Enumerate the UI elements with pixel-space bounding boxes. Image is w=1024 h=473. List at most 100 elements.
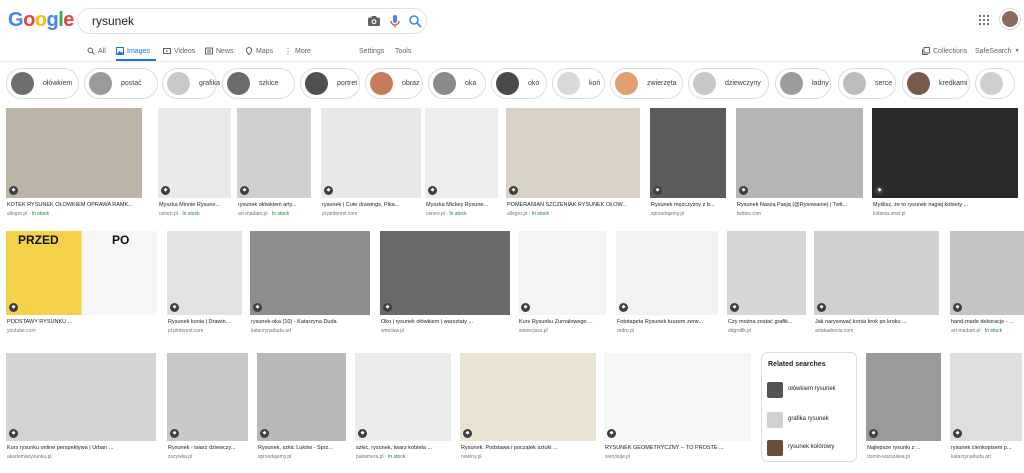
result-thumbnail[interactable]: [950, 353, 1022, 441]
result-thumbnail[interactable]: [355, 353, 451, 441]
tab-images[interactable]: Images: [116, 44, 150, 58]
result-thumbnail[interactable]: [518, 231, 606, 315]
result-thumbnail[interactable]: [604, 353, 751, 441]
result-thumbnail[interactable]: [6, 108, 142, 198]
suggestion-chip[interactable]: dziewczyny: [688, 68, 769, 99]
tab-videos[interactable]: Videos: [163, 44, 195, 58]
image-result[interactable]: ◆ Kurs rysunku online perspektywa | Urban…: [6, 353, 156, 465]
image-result[interactable]: ◆ rysunek ołówkiem arty... art-madam.pl · …: [237, 108, 311, 222]
result-caption[interactable]: rysunek-oka (10) - Katarzyna Duda: [251, 319, 370, 325]
result-thumbnail[interactable]: [950, 231, 1024, 315]
tab-maps[interactable]: Maps: [245, 44, 273, 58]
result-thumbnail[interactable]: [866, 353, 941, 441]
result-thumbnail[interactable]: PRZED PO: [6, 231, 157, 315]
suggestion-chip[interactable]: postać: [84, 68, 158, 99]
image-result[interactable]: ◆ RYSUNEK GEOMETRYCZNY -- TO PROSTE ... si…: [604, 353, 751, 465]
result-thumbnail[interactable]: [736, 108, 863, 198]
image-result[interactable]: ◆ Oko | rysunek ołówkiem | warsztaty ... w…: [380, 231, 510, 339]
tab-news[interactable]: News: [205, 44, 234, 58]
result-caption[interactable]: Kurs Rysunku Żurnalowego ...: [519, 319, 606, 325]
google-logo[interactable]: Google: [8, 9, 74, 32]
image-result[interactable]: ◆ Fototapeta Rysunek tuszem zerw... redro.…: [616, 231, 718, 339]
result-caption[interactable]: KOTEK RYSUNEK OŁÓWKIEM OPRAWA RAMK...: [7, 202, 142, 208]
result-caption[interactable]: PODSTAWY RYSUNKU ...: [7, 319, 157, 325]
result-caption[interactable]: Oko | rysunek ołówkiem | warsztaty ...: [381, 319, 510, 325]
result-caption[interactable]: RYSUNEK GEOMETRYCZNY -- TO PROSTE ...: [605, 445, 751, 451]
result-thumbnail[interactable]: [727, 231, 806, 315]
suggestion-chip[interactable]: serce: [838, 68, 896, 99]
result-caption[interactable]: POMERANIAN SZCZENIAK RYSUNEK OŁÓW...: [507, 202, 640, 208]
result-thumbnail[interactable]: [250, 231, 370, 315]
result-thumbnail[interactable]: [257, 353, 346, 441]
image-result[interactable]: ◆ rysunek | Cute drawings, Pika... pl.pint…: [321, 108, 421, 222]
suggestion-chip[interactable]: oka: [428, 68, 486, 99]
result-thumbnail[interactable]: [506, 108, 640, 198]
search-input[interactable]: rysunek: [92, 14, 134, 28]
tab-all[interactable]: All: [87, 44, 106, 58]
suggestion-chip[interactable]: kredkami: [902, 68, 970, 99]
image-result[interactable]: ◆ Rysunek mężczyzny z b... sprzedajemy.pl: [650, 108, 726, 222]
result-thumbnail[interactable]: [460, 353, 596, 441]
result-caption[interactable]: Myślisz, że to rysunek nagiej kobiety ..…: [873, 202, 1018, 208]
suggestion-chip[interactable]: obraz: [365, 68, 423, 99]
result-caption[interactable]: Fototapeta Rysunek tuszem zerw...: [617, 319, 718, 325]
related-search-item[interactable]: ołówkiem rysunek: [767, 377, 853, 402]
collections-link[interactable]: Collections: [922, 44, 967, 58]
apps-grid-icon[interactable]: [978, 14, 990, 26]
suggestion-chip[interactable]: portret: [300, 68, 360, 99]
tab-more[interactable]: ⋮ More: [284, 44, 311, 58]
result-caption[interactable]: rysunek | Cute drawings, Pika...: [322, 202, 421, 208]
image-result[interactable]: ◆ Myszka Mickey Rysune... ceneo.pl · In st…: [425, 108, 498, 222]
image-result[interactable]: ◆ rysunek cienkopisem p... katarzynaduda.a…: [950, 353, 1022, 465]
image-result[interactable]: ◆ Kurs Rysunku Żurnalowego ... wenecjusz.p…: [518, 231, 606, 339]
image-result[interactable]: ◆ Jak narysować konia krok po kroku ... ar…: [814, 231, 939, 339]
image-result[interactable]: ◆ Myślisz, że to rysunek nagiej kobiety .…: [872, 108, 1018, 222]
suggestion-chip[interactable]: ładny: [775, 68, 831, 99]
image-result[interactable]: ◆ POMERANIAN SZCZENIAK RYSUNEK OŁÓW... all…: [506, 108, 640, 222]
suggestion-chip[interactable]: [975, 68, 1015, 99]
suggestion-chip[interactable]: zwierzęta: [610, 68, 683, 99]
result-caption[interactable]: hand-made dekoracje - ...: [951, 319, 1024, 325]
image-result[interactable]: ◆ Rysunek konia | Drawin... pl.pinterest.c…: [167, 231, 242, 339]
image-result[interactable]: ◆ Czy można zostać grafik... ddgrafik.pl: [727, 231, 806, 339]
result-caption[interactable]: Rysunek, szkic Luków - Sprz...: [258, 445, 346, 451]
result-thumbnail[interactable]: [167, 231, 242, 315]
suggestion-chip[interactable]: grafika: [162, 68, 220, 99]
image-result[interactable]: ◆ Rysunek - twarz dziewczy... zszywka.pl: [167, 353, 248, 465]
related-search-item[interactable]: grafika rysunek: [767, 407, 853, 432]
result-caption[interactable]: Rysunek mężczyzny z b...: [651, 202, 726, 208]
settings-link[interactable]: Settings: [359, 44, 384, 58]
search-icon[interactable]: [407, 13, 423, 29]
suggestion-chip[interactable]: koń: [552, 68, 605, 99]
microphone-icon[interactable]: [387, 13, 403, 29]
result-thumbnail[interactable]: [237, 108, 311, 198]
result-thumbnail[interactable]: [814, 231, 939, 315]
result-caption[interactable]: Czy można zostać grafik...: [728, 319, 806, 325]
result-caption[interactable]: Rysunek - twarz dziewczy...: [168, 445, 248, 451]
related-search-item[interactable]: rysunek kolorowy: [767, 435, 853, 460]
result-caption[interactable]: Myszka Mickey Rysune...: [426, 202, 498, 208]
result-thumbnail[interactable]: [616, 231, 718, 315]
result-caption[interactable]: Myszka Minnie Rysune...: [159, 202, 231, 208]
result-caption[interactable]: rysunek cienkopisem p...: [951, 445, 1022, 451]
avatar[interactable]: [1000, 9, 1020, 29]
image-result[interactable]: ◆ rysunek-oka (10) - Katarzyna Duda katarz…: [250, 231, 370, 339]
result-thumbnail[interactable]: [6, 353, 156, 441]
image-result[interactable]: ◆ Rysunek, szkic Luków - Sprz... sprzedaje…: [257, 353, 346, 465]
image-result[interactable]: ◆ Myszka Minnie Rysune... ceneo.pl · In st…: [158, 108, 231, 222]
image-result[interactable]: ◆ Najlepsze rysunki z ... domin-warszawa.p…: [866, 353, 941, 465]
search-box[interactable]: rysunek: [77, 8, 427, 34]
suggestion-chip[interactable]: ołówkiem: [6, 68, 79, 99]
image-result[interactable]: ◆ Rysunek. Podstawa i początek sztuki ...…: [460, 353, 596, 465]
safesearch-menu[interactable]: SafeSearch ▼: [975, 44, 1020, 58]
image-result[interactable]: ◆ KOTEK RYSUNEK OŁÓWKIEM OPRAWA RAMK... al…: [6, 108, 142, 222]
image-result[interactable]: ◆ Rysunek Naszą Pasją (@Rysowanie) | Twit…: [736, 108, 863, 222]
result-thumbnail[interactable]: [425, 108, 498, 198]
result-caption[interactable]: szkic, rysunek, twarz kobieta ...: [356, 445, 451, 451]
result-caption[interactable]: Jak narysować konia krok po kroku ...: [815, 319, 939, 325]
result-thumbnail[interactable]: [650, 108, 726, 198]
result-thumbnail[interactable]: [872, 108, 1018, 198]
result-thumbnail[interactable]: [321, 108, 421, 198]
suggestion-chip[interactable]: szkice: [222, 68, 295, 99]
result-caption[interactable]: rysunek ołówkiem arty...: [238, 202, 311, 208]
